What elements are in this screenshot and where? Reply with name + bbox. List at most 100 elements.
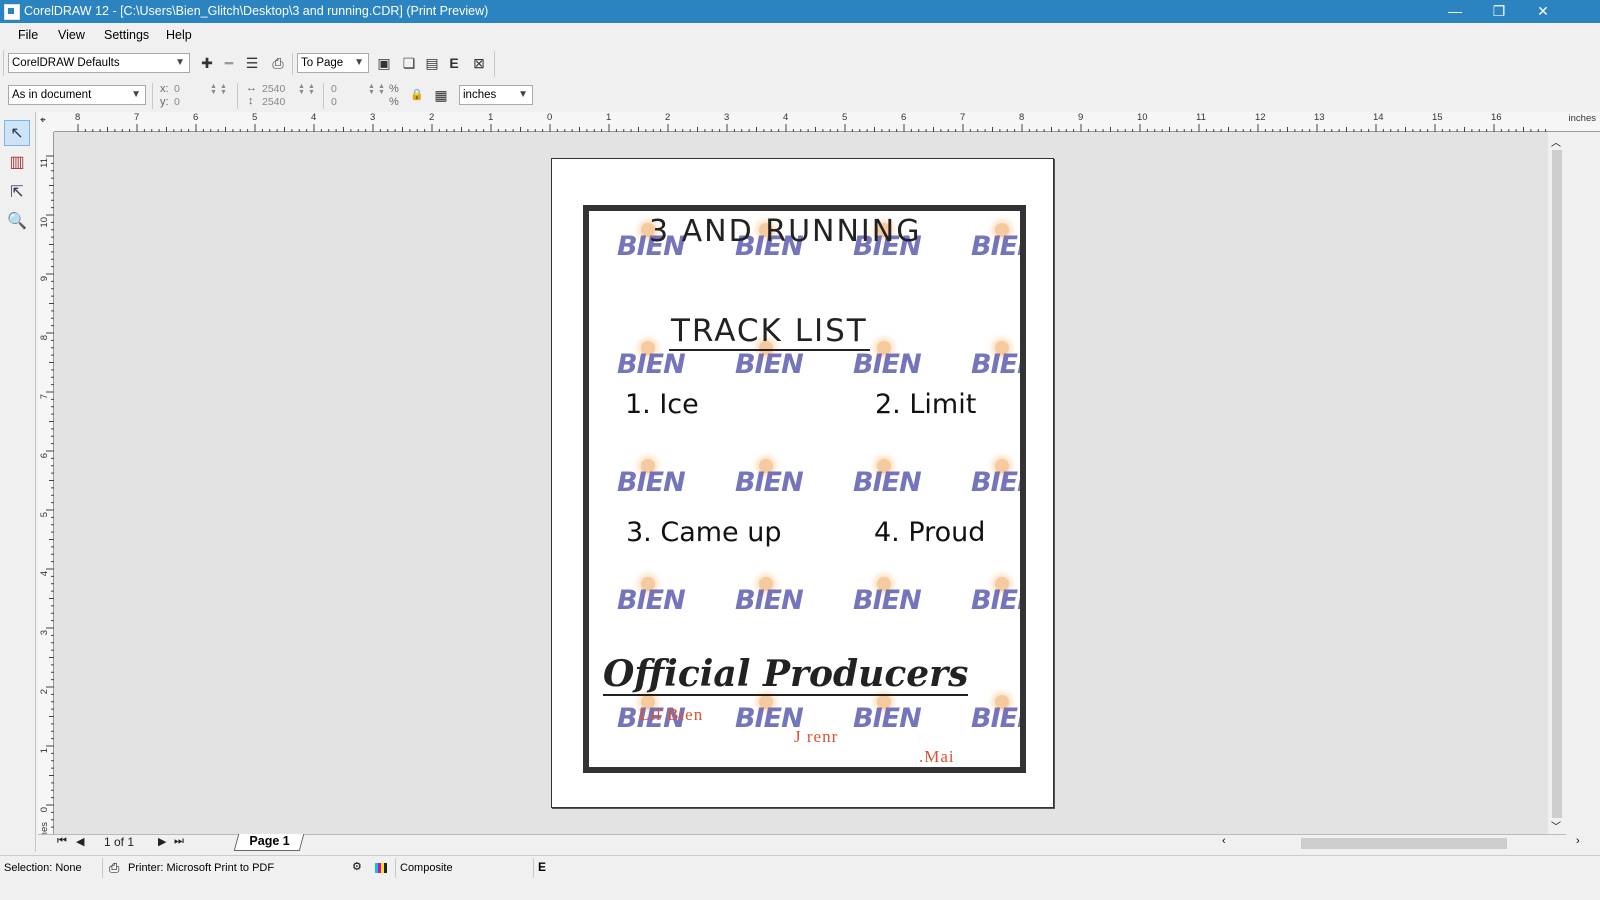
ruler-tick-label: 2 [39, 689, 50, 695]
status-bar: Selection: None ⎙ Printer: Microsoft Pri… [0, 855, 1600, 881]
ruler-tick-label: 4 [783, 112, 789, 123]
page-navigator: ⏮ ◀ 1 of 1 ▶ ⏭ Page 1 ‹ › [38, 834, 1588, 852]
units-dropdown[interactable]: inches ▼ [459, 85, 533, 105]
color-separations-icon[interactable]: ❏ [399, 53, 419, 73]
mirror-icon[interactable]: E [444, 53, 464, 73]
zoom-tool-icon[interactable]: 🔍 [4, 209, 30, 235]
ruler-tick-label: 14 [1373, 112, 1384, 123]
scroll-down-icon[interactable]: ﹀ [1551, 818, 1561, 833]
horizontal-scrollbar[interactable]: ‹ › [1216, 835, 1588, 851]
scroll-up-icon[interactable]: ︿ [1551, 134, 1561, 149]
close-button[interactable]: ✕ [1520, 0, 1566, 23]
print-icon[interactable]: ⎙ [268, 53, 288, 73]
ruler-origin[interactable]: ⌖ [38, 112, 54, 132]
menu-help[interactable]: Help [166, 28, 192, 42]
page-tab[interactable]: Page 1 [233, 834, 305, 851]
y-spinner[interactable]: ▲ ▼ [220, 83, 227, 96]
track-list-heading: TRACK LIST [669, 313, 870, 351]
ruler-tick-label: 16 [1491, 112, 1502, 123]
scroll-right-icon[interactable]: › [1576, 835, 1580, 847]
scale-x-spinner[interactable]: ▲ ▼ [368, 83, 375, 96]
ruler-tick-label: 8 [39, 335, 50, 341]
watermark-text: BIEN [971, 585, 1020, 616]
zoom-value: To Page [301, 57, 344, 69]
ruler-tick-label: 3 [370, 112, 376, 123]
units-value: inches [463, 89, 497, 101]
height-spinner[interactable]: ▲ ▼ [308, 83, 315, 96]
toolbar-separator [323, 83, 324, 109]
ruler-tick-label: 4 [311, 112, 317, 123]
height-field[interactable]: 2540 [262, 96, 285, 109]
x-spinner[interactable]: ▲ ▼ [210, 83, 217, 96]
pick-tool-icon[interactable]: ↖ [4, 120, 30, 146]
minimize-button[interactable]: — [1432, 0, 1478, 23]
y-position-field[interactable]: 0 [174, 96, 180, 109]
producers-heading: Official Producers [603, 653, 969, 696]
width-spinner[interactable]: ▲ ▼ [298, 83, 305, 96]
horizontal-ruler-ticks [77, 124, 1547, 132]
ruler-tick-label: 5 [842, 112, 848, 123]
previous-page-icon[interactable]: ◀ [76, 835, 84, 848]
ruler-tick-label: 7 [960, 112, 966, 123]
next-page-icon[interactable]: ▶ [158, 835, 166, 848]
zoom-dropdown[interactable]: To Page ▼ [297, 53, 369, 73]
vertical-scroll-thumb[interactable] [1552, 150, 1562, 818]
print-style-dropdown[interactable]: CorelDRAW Defaults ▼ [8, 53, 190, 73]
scale-y-field[interactable]: 0 [331, 96, 337, 109]
track-1: 1. Ice [625, 389, 699, 420]
x-position-field[interactable]: 0 [174, 83, 180, 96]
ruler-tick-label: 2 [429, 112, 435, 123]
vertical-ruler[interactable]: 11109876543210 inches [38, 132, 54, 852]
window-title: CorelDRAW 12 - [C:\Users\Bien_Glitch\Des… [24, 4, 489, 18]
tile-icon[interactable]: ▦ [431, 85, 451, 105]
print-options-icon[interactable]: ☰ [242, 53, 262, 73]
image-position-dropdown[interactable]: As in document ▼ [8, 85, 146, 105]
width-field[interactable]: 2540 [262, 83, 285, 96]
track-3: 3. Came up [626, 517, 782, 548]
menu-file[interactable]: File [18, 28, 38, 42]
watermark-text: BIEN [853, 467, 922, 498]
menu-view[interactable]: View [58, 28, 85, 42]
chevron-down-icon: ▼ [131, 89, 141, 100]
horizontal-scroll-thumb[interactable] [1301, 838, 1507, 849]
marks-placement-tool-icon[interactable]: ⇱ [4, 180, 30, 206]
imposition-layout-tool-icon[interactable]: ▥ [4, 150, 30, 176]
ruler-tick-label: 6 [193, 112, 199, 123]
percent-x-label: % [389, 83, 399, 95]
close-print-preview-icon[interactable]: ⊠ [469, 53, 489, 73]
ruler-tick-label: 6 [39, 453, 50, 459]
add-print-style-icon[interactable]: ✚ [197, 53, 217, 73]
track-2: 2. Limit [875, 389, 977, 420]
delete-print-style-icon[interactable]: ━ [219, 53, 239, 73]
first-page-icon[interactable]: ⏮ [57, 835, 67, 848]
producer-2: J renr [794, 727, 839, 746]
ruler-tick-label: 5 [252, 112, 258, 123]
scroll-left-icon[interactable]: ‹ [1222, 835, 1226, 847]
percent-y-label: % [389, 96, 399, 108]
image-position-value: As in document [12, 89, 92, 101]
ruler-tick-label: 15 [1432, 112, 1443, 123]
ruler-tick-label: 3 [39, 630, 50, 636]
print-preview-toolbar: CorelDRAW Defaults ▼ ✚ ━ ☰ ⎙ To Page ▼ ▣… [0, 49, 1600, 79]
last-page-icon[interactable]: ⏭ [174, 835, 184, 848]
ruler-tick-label: 13 [1314, 112, 1325, 123]
lock-icon[interactable]: 🔒 [407, 85, 427, 105]
menu-settings[interactable]: Settings [104, 28, 149, 42]
status-separator [533, 858, 534, 878]
toolbar-grip [3, 50, 4, 76]
coreldraw-app-icon [4, 4, 20, 20]
invert-icon[interactable]: ▤ [422, 53, 442, 73]
ruler-tick-label: 12 [1255, 112, 1266, 123]
scale-x-field[interactable]: 0 [331, 83, 337, 96]
watermark-text: BIEN [853, 703, 922, 734]
horizontal-ruler[interactable]: 8 7 6 5 4 3 2 1 0 1 2 3 4 5 6 7 8 9 10 11 12 13 14 15 16 inches [54, 112, 1600, 132]
vertical-scrollbar[interactable]: ︿ ﹀ [1548, 132, 1566, 834]
full-screen-icon[interactable]: ▣ [374, 53, 394, 73]
scale-y-spinner[interactable]: ▲ ▼ [378, 83, 385, 96]
restore-button[interactable]: ❐ [1476, 0, 1522, 23]
ruler-tick-label: 1 [488, 112, 494, 123]
ruler-tick-label: 11 [39, 158, 50, 168]
ruler-units-label: inches [1568, 113, 1596, 124]
preview-workspace[interactable]: BIEN BIEN BIEN BIEN BIEN BIEN BIEN BIEN BIEN BIEN… [54, 132, 1548, 834]
watermark-text: BIEN [617, 585, 686, 616]
